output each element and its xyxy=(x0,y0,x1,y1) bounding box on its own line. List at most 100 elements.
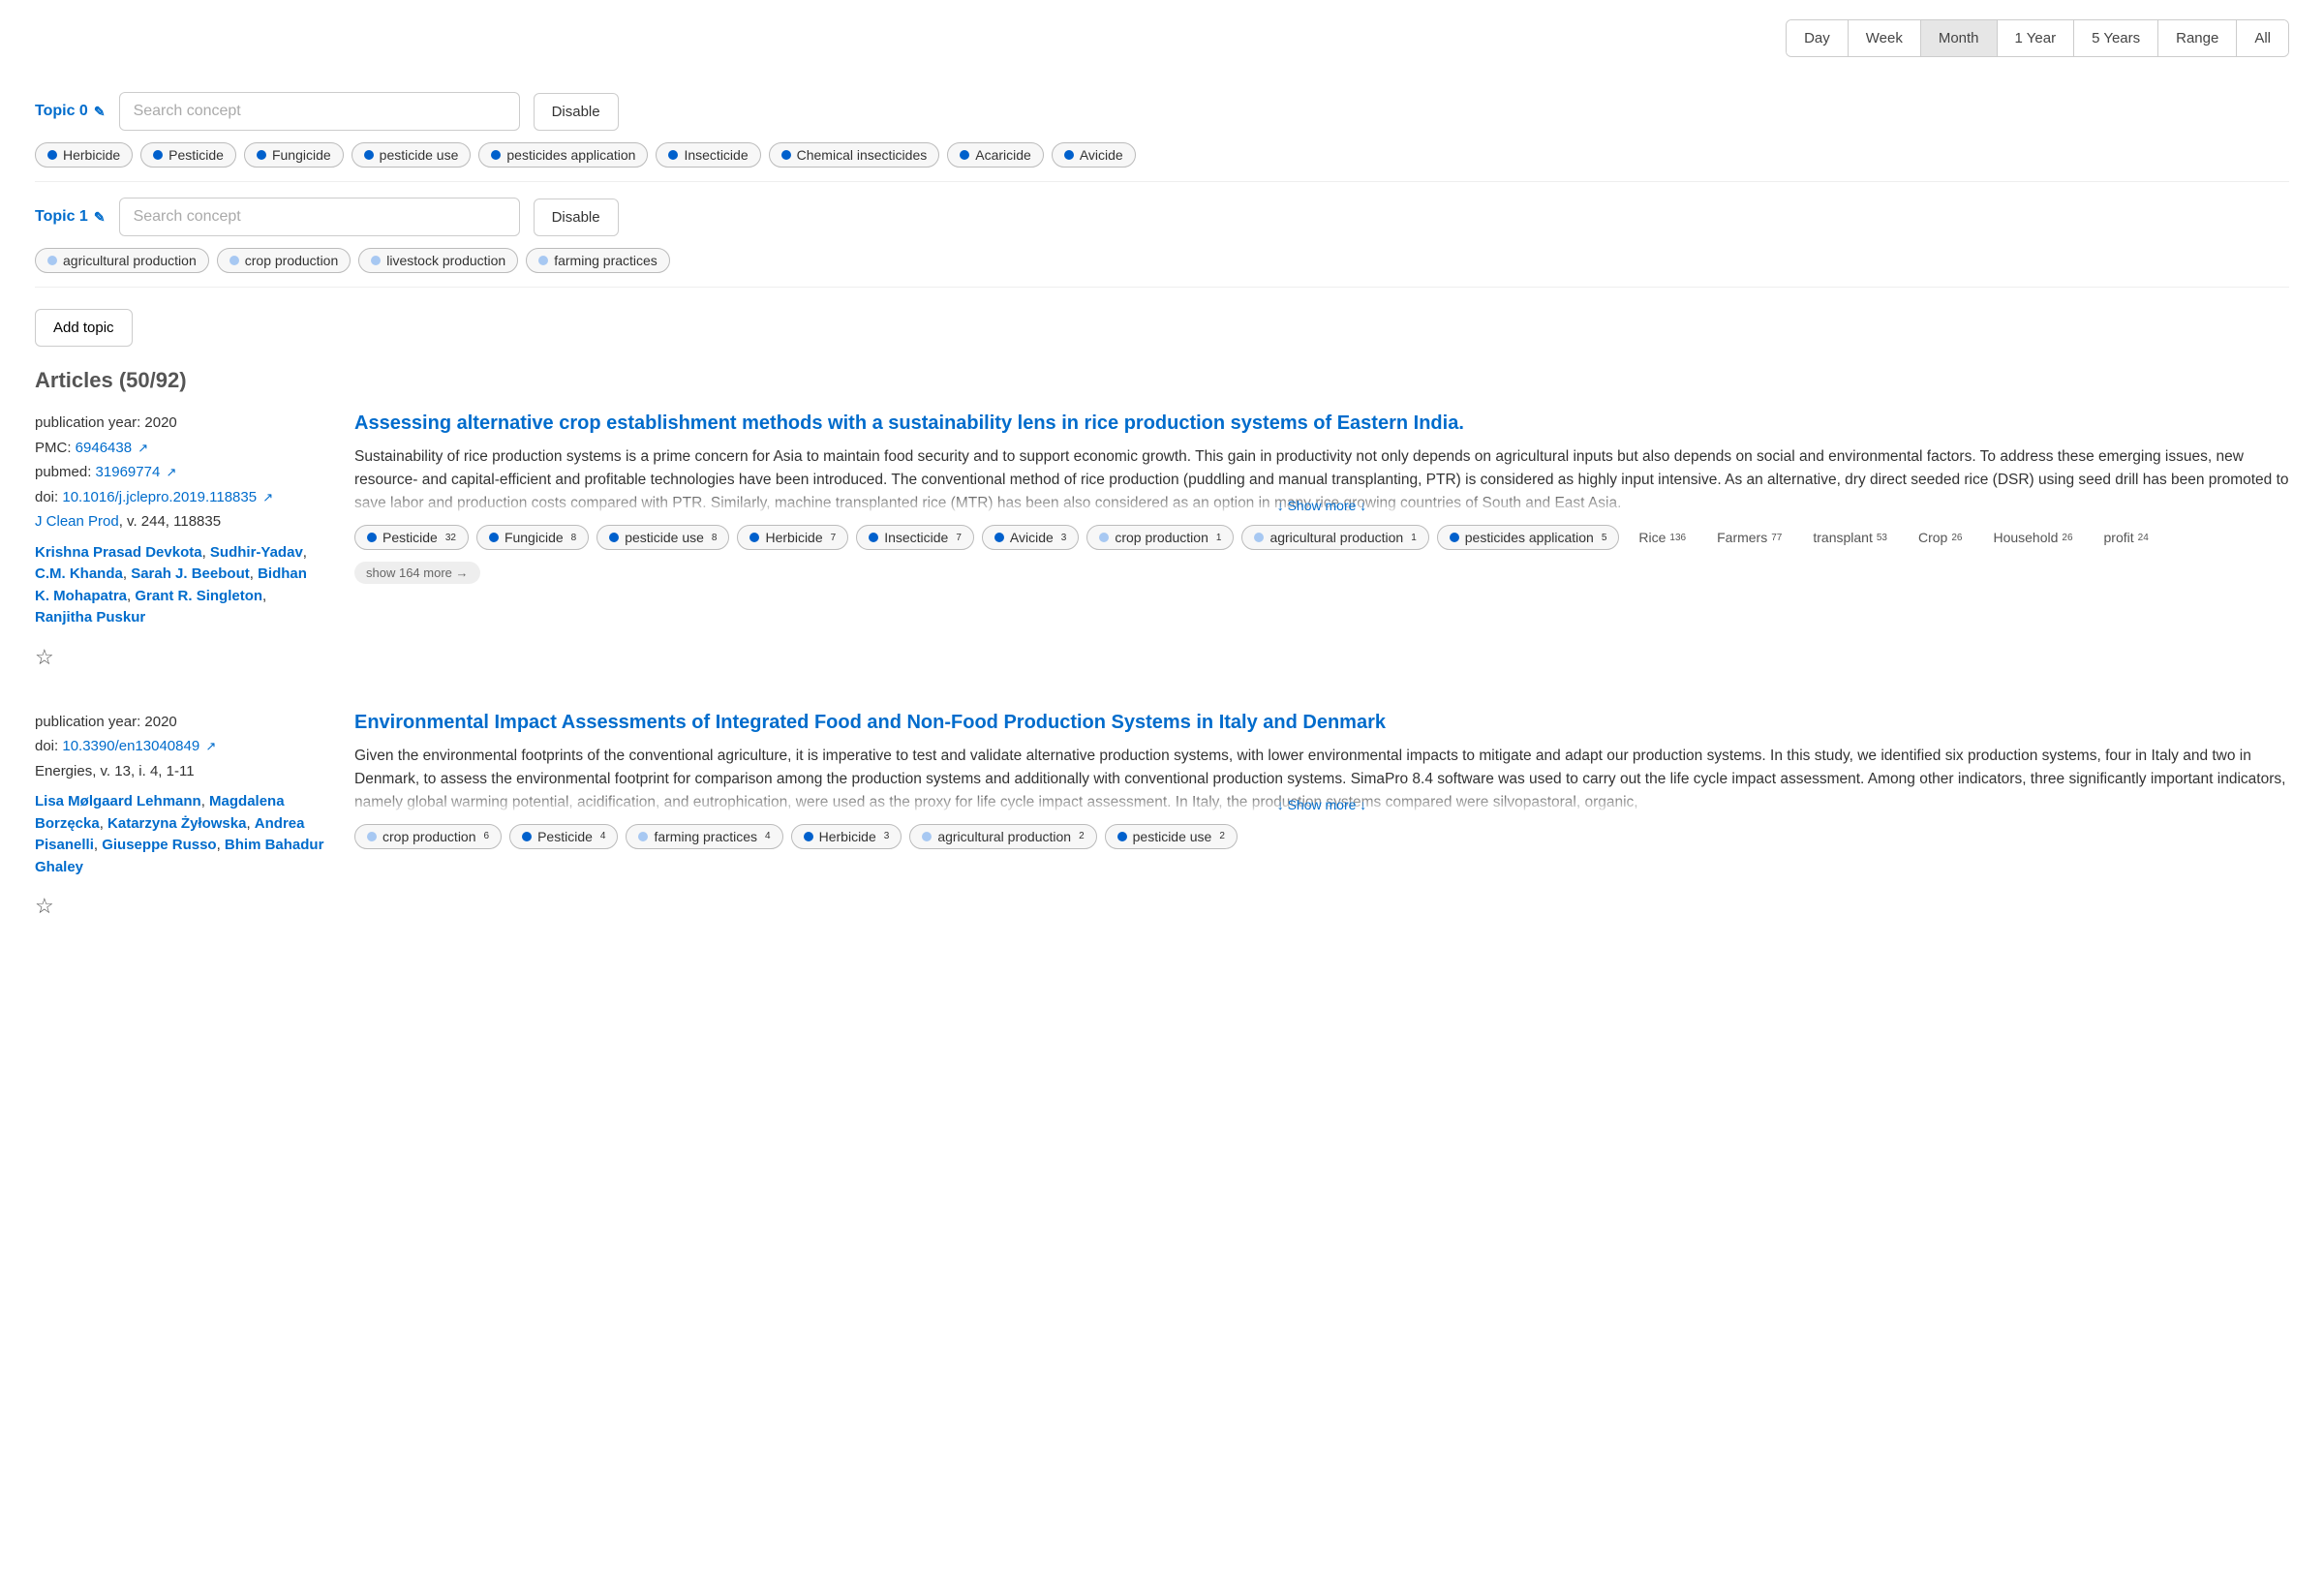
tag-pill[interactable]: farming practices 4 xyxy=(626,824,782,849)
tag-plain[interactable]: Rice 136 xyxy=(1627,525,1697,550)
concept-dot-icon xyxy=(960,150,969,160)
tag-plain[interactable]: Household 26 xyxy=(1981,525,2084,550)
time-range-range[interactable]: Range xyxy=(2158,20,2237,56)
article-row: publication year: 2020doi: 10.3390/en130… xyxy=(35,710,2289,925)
authors: Lisa Mølgaard Lehmann, Magdalena Borzęck… xyxy=(35,791,325,878)
tag-dot-icon xyxy=(1254,533,1264,542)
edit-icon[interactable]: ✎ xyxy=(94,209,106,226)
concept-pill[interactable]: Fungicide xyxy=(244,142,344,168)
star-icon[interactable]: ☆ xyxy=(35,639,325,675)
show-more-tags-button[interactable]: show 164 more → xyxy=(354,562,480,584)
article-tags: Pesticide 32 Fungicide 8 pesticide use 8 He… xyxy=(354,525,2289,550)
concept-dot-icon xyxy=(47,256,57,265)
author-link[interactable]: Sudhir-Yadav xyxy=(210,544,303,561)
concept-pill[interactable]: pesticides application xyxy=(478,142,648,168)
tag-plain[interactable]: Crop 26 xyxy=(1907,525,1973,550)
concept-dot-icon xyxy=(1064,150,1074,160)
tag-pill[interactable]: pesticide use 2 xyxy=(1105,824,1238,849)
journal-link[interactable]: J Clean Prod xyxy=(35,513,119,530)
search-concept-input[interactable] xyxy=(119,92,520,131)
show-more-button[interactable]: ↓ Show more ↓ xyxy=(354,797,2289,812)
time-range-5-years[interactable]: 5 Years xyxy=(2074,20,2158,56)
star-icon[interactable]: ☆ xyxy=(35,888,325,924)
tag-dot-icon xyxy=(609,533,619,542)
author-link[interactable]: Sarah J. Beebout xyxy=(131,565,250,582)
pub-year: publication year: 2020 xyxy=(35,710,325,735)
tag-dot-icon xyxy=(489,533,499,542)
tag-pill[interactable]: pesticide use 8 xyxy=(596,525,729,550)
external-link-icon: ↗ xyxy=(138,438,148,459)
tag-pill[interactable]: Pesticide 4 xyxy=(509,824,618,849)
article-tags: crop production 6 Pesticide 4 farming prac… xyxy=(354,824,2289,849)
tag-pill[interactable]: Pesticide 32 xyxy=(354,525,469,550)
tag-dot-icon xyxy=(1117,832,1127,841)
concept-dot-icon xyxy=(371,256,381,265)
tag-pill[interactable]: agricultural production 2 xyxy=(909,824,1096,849)
time-range-week[interactable]: Week xyxy=(1849,20,1921,56)
authors: Krishna Prasad Devkota, Sudhir-Yadav, C.… xyxy=(35,542,325,629)
tag-pill[interactable]: Herbicide 3 xyxy=(791,824,902,849)
author-link[interactable]: Giuseppe Russo xyxy=(102,837,216,853)
concept-pill[interactable]: Acaricide xyxy=(947,142,1044,168)
concept-dot-icon xyxy=(668,150,678,160)
concept-dot-icon xyxy=(47,150,57,160)
concept-pill[interactable]: Pesticide xyxy=(140,142,236,168)
article-title[interactable]: Assessing alternative crop establishment… xyxy=(354,411,2289,436)
disable-button[interactable]: Disable xyxy=(534,93,619,131)
doi-link[interactable]: 10.1016/j.jclepro.2019.118835 ↗ xyxy=(62,489,273,505)
tag-plain[interactable]: transplant 53 xyxy=(1801,525,1899,550)
author-link[interactable]: Katarzyna Żyłowska xyxy=(107,815,246,832)
concept-pill[interactable]: livestock production xyxy=(358,248,518,273)
tag-pill[interactable]: pesticides application 5 xyxy=(1437,525,1620,550)
concept-pill[interactable]: pesticide use xyxy=(352,142,472,168)
concept-pill[interactable]: Herbicide xyxy=(35,142,133,168)
time-range-all[interactable]: All xyxy=(2237,20,2288,56)
disable-button[interactable]: Disable xyxy=(534,198,619,236)
tag-pill[interactable]: Insecticide 7 xyxy=(856,525,974,550)
tag-dot-icon xyxy=(367,533,377,542)
tag-pill[interactable]: Herbicide 7 xyxy=(737,525,848,550)
journal-text: Energies, v. 13, i. 4, 1-11 xyxy=(35,759,325,784)
pub-year: publication year: 2020 xyxy=(35,411,325,436)
concept-pill[interactable]: agricultural production xyxy=(35,248,209,273)
tag-dot-icon xyxy=(804,832,813,841)
author-link[interactable]: C.M. Khanda xyxy=(35,565,123,582)
external-link-icon: ↗ xyxy=(166,462,176,483)
concept-pill[interactable]: Chemical insecticides xyxy=(769,142,940,168)
concept-dot-icon xyxy=(229,256,239,265)
concept-pill[interactable]: farming practices xyxy=(526,248,670,273)
search-concept-input[interactable] xyxy=(119,198,520,236)
tag-plain[interactable]: Farmers 77 xyxy=(1705,525,1793,550)
doi-link[interactable]: 10.3390/en13040849 ↗ xyxy=(62,738,216,754)
concept-pill[interactable]: Insecticide xyxy=(656,142,760,168)
tag-dot-icon xyxy=(994,533,1004,542)
tag-dot-icon xyxy=(522,832,532,841)
tag-dot-icon xyxy=(638,832,648,841)
tag-dot-icon xyxy=(749,533,759,542)
concept-pill[interactable]: Avicide xyxy=(1052,142,1136,168)
concept-pill[interactable]: crop production xyxy=(217,248,352,273)
tag-pill[interactable]: crop production 6 xyxy=(354,824,502,849)
article-meta: publication year: 2020doi: 10.3390/en130… xyxy=(35,710,325,925)
article-meta: publication year: 2020PMC: 6946438 ↗pubm… xyxy=(35,411,325,675)
time-range-1-year[interactable]: 1 Year xyxy=(1998,20,2075,56)
topic-section-1: Topic 1✎Disableagricultural productioncr… xyxy=(35,182,2289,288)
tag-pill[interactable]: Avicide 3 xyxy=(982,525,1079,550)
pmc-link[interactable]: 6946438 ↗ xyxy=(76,440,148,456)
tag-pill[interactable]: agricultural production 1 xyxy=(1241,525,1428,550)
tag-plain[interactable]: profit 24 xyxy=(2093,525,2160,550)
author-link[interactable]: Grant R. Singleton xyxy=(135,588,262,604)
author-link[interactable]: Krishna Prasad Devkota xyxy=(35,544,202,561)
article-title[interactable]: Environmental Impact Assessments of Inte… xyxy=(354,710,2289,735)
time-range-day[interactable]: Day xyxy=(1787,20,1849,56)
tag-pill[interactable]: Fungicide 8 xyxy=(476,525,589,550)
show-more-button[interactable]: ↓ Show more ↓ xyxy=(354,498,2289,513)
add-topic-button[interactable]: Add topic xyxy=(35,309,133,347)
author-link[interactable]: Ranjitha Puskur xyxy=(35,609,145,626)
author-link[interactable]: Lisa Mølgaard Lehmann xyxy=(35,793,201,809)
edit-icon[interactable]: ✎ xyxy=(94,104,106,120)
tag-dot-icon xyxy=(1099,533,1109,542)
tag-pill[interactable]: crop production 1 xyxy=(1086,525,1234,550)
time-range-month[interactable]: Month xyxy=(1921,20,1998,56)
pubmed-link[interactable]: 31969774 ↗ xyxy=(96,464,177,480)
